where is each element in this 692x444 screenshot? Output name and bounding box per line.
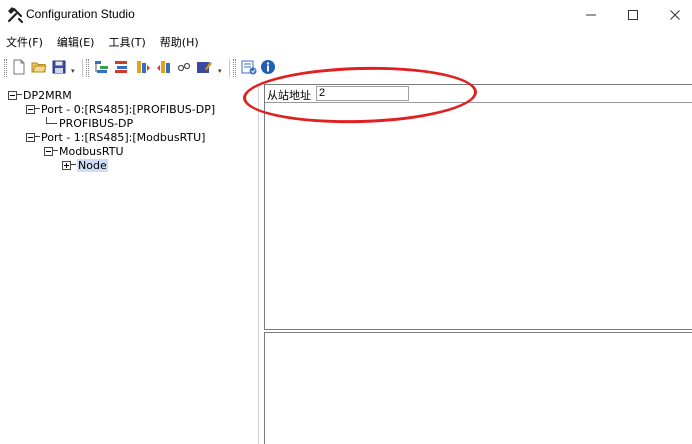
maximize-icon [628, 10, 638, 20]
tree-item-port0[interactable]: Port - 0:[RS485]:[PROFIBUS-DP] [26, 103, 215, 117]
tree-connector [35, 108, 40, 109]
open-folder-icon [31, 62, 47, 73]
toolbar-grip[interactable] [4, 59, 7, 77]
tree-item-label: ModbusRTU [59, 145, 124, 158]
collapse-icon[interactable] [44, 147, 53, 156]
tree-item-label: DP2MRM [23, 89, 72, 102]
download-button[interactable] [240, 58, 258, 76]
tree-connector [17, 94, 22, 95]
open-button[interactable] [30, 58, 48, 76]
link-icon [177, 62, 191, 72]
toolbar-separator [229, 59, 230, 77]
menu-help[interactable]: 帮助(H) [160, 34, 199, 50]
tree-item-profibus-dp[interactable]: PROFIBUS-DP [46, 117, 133, 131]
new-file-icon [13, 59, 25, 75]
tree-connector [35, 136, 40, 137]
tree-item-label: Port - 0:[RS485]:[PROFIBUS-DP] [41, 103, 216, 116]
config-c-icon [137, 61, 150, 73]
config-a-icon [95, 61, 108, 73]
menu-tools[interactable]: 工具(T) [108, 34, 145, 50]
toolbar-separator [82, 59, 83, 77]
minimize-icon [586, 14, 596, 16]
tree-connector [47, 123, 57, 124]
project-tree[interactable]: DP2MRM Port - 0:[RS485]:[PROFIBUS-DP] PR… [2, 84, 259, 444]
config-b-icon [115, 61, 127, 73]
tree-item-label: Node [77, 159, 108, 172]
tree-connector [71, 164, 76, 165]
config-a-button[interactable] [93, 58, 111, 76]
window-title: Configuration Studio [26, 7, 135, 21]
tree-connector [53, 150, 58, 151]
save-button[interactable] [50, 58, 68, 76]
link-button[interactable] [175, 58, 193, 76]
tree-item-port1[interactable]: Port - 1:[RS485]:[ModbusRTU] [26, 131, 205, 145]
info-button[interactable] [259, 58, 277, 76]
new-file-button[interactable] [10, 58, 28, 76]
expand-icon[interactable] [62, 161, 71, 170]
menu-edit[interactable]: 编辑(E) [57, 34, 95, 50]
title-bar: Configuration Studio [0, 0, 692, 30]
config-c-button[interactable] [134, 58, 152, 76]
tree-item-modbusrtu[interactable]: ModbusRTU [44, 145, 124, 159]
properties-pane: 从站地址 2 [262, 84, 692, 444]
info-icon [261, 60, 275, 74]
config-d-button[interactable] [155, 58, 173, 76]
toolbar-overflow-icon[interactable]: ▾ [71, 68, 78, 75]
tree-item-label: Port - 1:[RS485]:[ModbusRTU] [41, 131, 206, 144]
collapse-icon[interactable] [26, 105, 35, 114]
edit-icon [197, 61, 212, 73]
tools-icon [7, 7, 24, 24]
config-b-button[interactable] [113, 58, 131, 76]
menu-file[interactable]: 文件(F) [6, 34, 43, 50]
config-d-icon [157, 61, 170, 73]
edit-button[interactable] [195, 58, 213, 76]
save-icon [52, 60, 66, 74]
output-panel [264, 332, 692, 444]
download-icon [241, 60, 257, 75]
close-icon [670, 10, 680, 20]
collapse-icon[interactable] [8, 91, 17, 100]
minimize-button[interactable] [572, 0, 610, 30]
close-button[interactable] [656, 0, 692, 30]
toolbar-grip[interactable] [86, 59, 89, 77]
tree-item-label: PROFIBUS-DP [59, 117, 134, 130]
toolbar-grip[interactable] [233, 59, 236, 77]
maximize-button[interactable] [614, 0, 652, 30]
collapse-icon[interactable] [26, 133, 35, 142]
toolbar-overflow-icon[interactable]: ▾ [218, 68, 225, 75]
tree-item-node[interactable]: Node [62, 159, 108, 173]
tree-item-root[interactable]: DP2MRM [8, 89, 72, 103]
menu-bar: 文件(F) 编辑(E) 工具(T) 帮助(H) [0, 32, 692, 52]
